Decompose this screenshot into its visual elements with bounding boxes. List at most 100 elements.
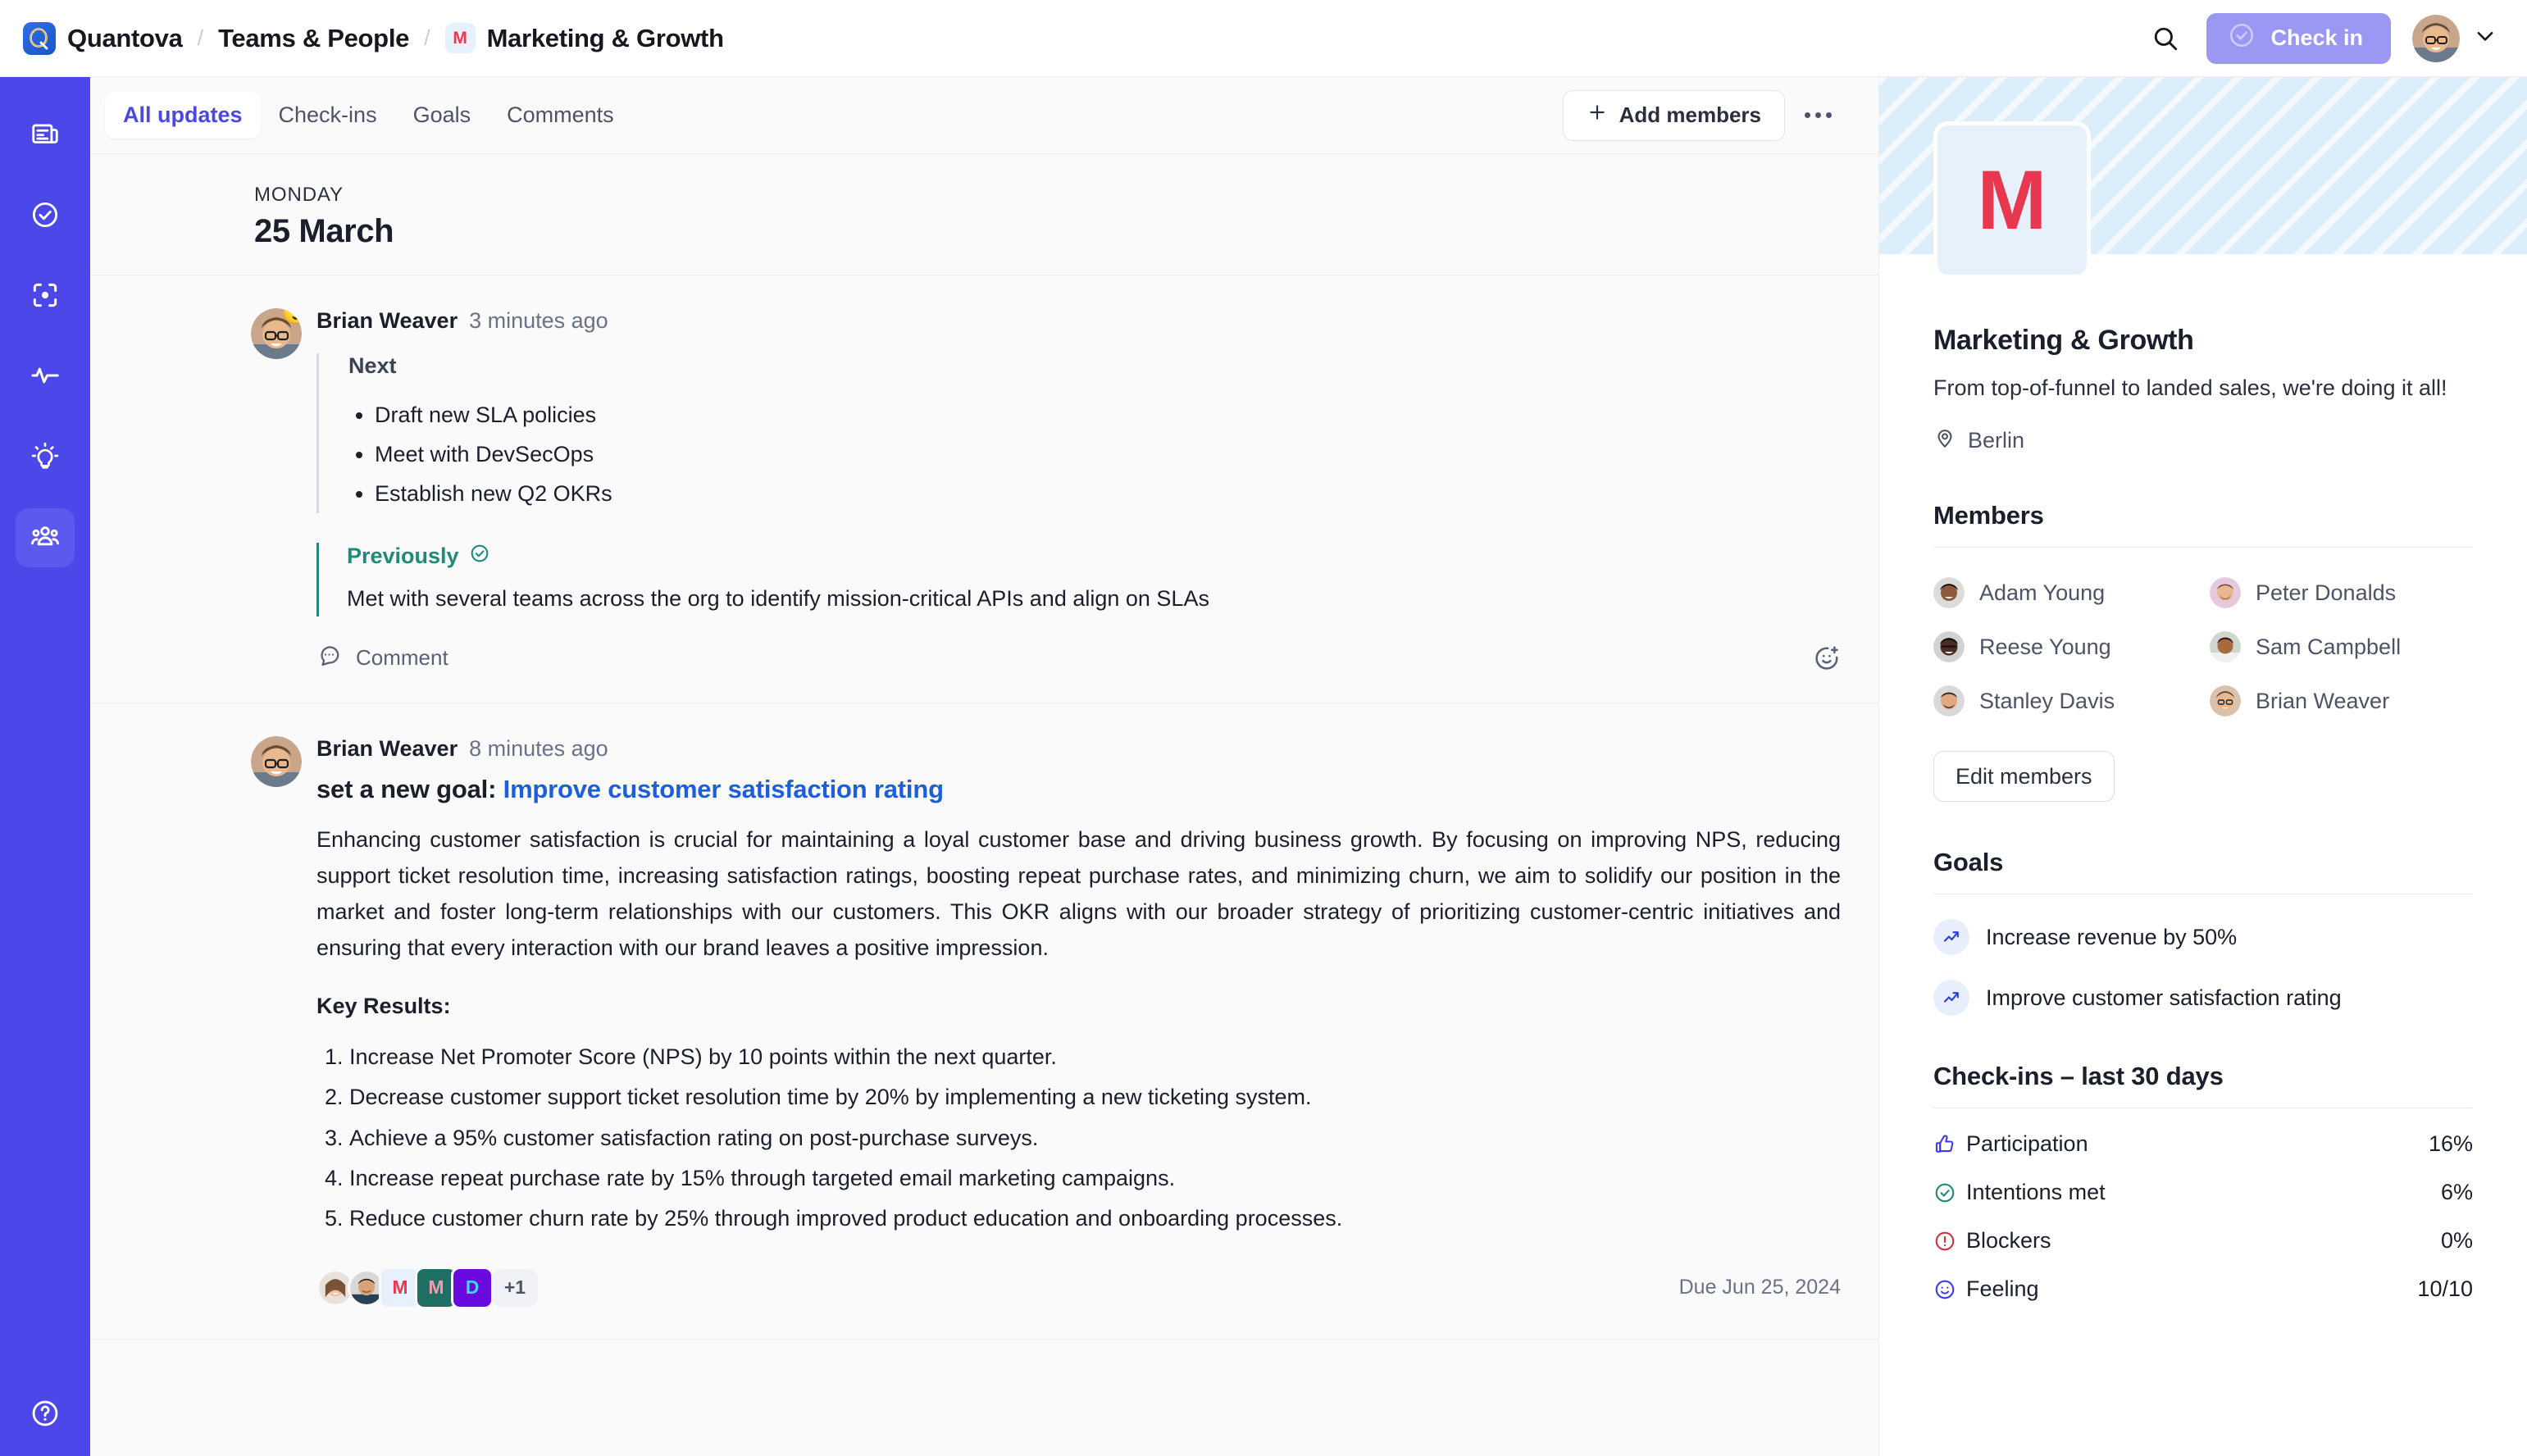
add-members-button[interactable]: Add members — [1562, 89, 1785, 141]
goal-description: Enhancing customer satisfaction is cruci… — [316, 827, 1841, 960]
key-results-list: Increase Net Promoter Score (NPS) by 10 … — [316, 1037, 1841, 1239]
member-item[interactable]: Stanley Davis — [1933, 685, 2197, 717]
list-item: Decrease customer support ticket resolut… — [349, 1077, 1841, 1117]
member-item[interactable]: Sam Campbell — [2210, 631, 2473, 663]
previously-text: Met with several teams across the org to… — [347, 586, 1209, 612]
member-item[interactable]: Adam Young — [1933, 577, 2197, 609]
team-initial-chip: M — [444, 23, 476, 53]
list-item: Reduce customer churn rate by 25% throug… — [349, 1199, 1841, 1239]
search-icon[interactable] — [2146, 19, 2185, 58]
list-item: Increase repeat purchase rate by 15% thr… — [349, 1158, 1841, 1199]
team-banner: M — [1879, 77, 2527, 279]
member-item[interactable]: Peter Donalds — [2210, 577, 2473, 609]
ellipsis-icon[interactable] — [1795, 93, 1841, 139]
comment-label: Comment — [356, 645, 448, 671]
center-column: All updates Check-ins Goals Comments Add… — [90, 77, 1879, 1456]
tabs-bar: All updates Check-ins Goals Comments Add… — [90, 77, 1878, 154]
checkins-title: Check-ins – last 30 days — [1933, 1062, 2224, 1091]
breadcrumb-teams-people[interactable]: Teams & People — [218, 24, 409, 53]
member-name: Peter Donalds — [2256, 580, 2397, 605]
team-location-label: Berlin — [1968, 428, 2025, 453]
tabs-actions: Add members — [1562, 89, 1841, 141]
members-title: Members — [1933, 501, 2044, 530]
members-section: Members Adam Young Peter Donalds Reese Y… — [1933, 501, 2473, 803]
goal-post: Brian Weaver 8 minutes ago set a new goa… — [90, 703, 1878, 1340]
tab-comments[interactable]: Comments — [489, 92, 632, 139]
help-circle-icon — [30, 1400, 61, 1432]
post-meta: Brian Weaver 3 minutes ago — [316, 308, 1841, 334]
team-description: From top-of-funnel to landed sales, we'r… — [1933, 375, 2447, 400]
team-panel-content: Marketing & Growth From top-of-funnel to… — [1879, 254, 2527, 1302]
goal-item[interactable]: Increase revenue by 50% — [1933, 919, 2473, 956]
goal-prefix: set a new goal: — [316, 775, 497, 804]
member-item[interactable]: Brian Weaver — [2210, 685, 2473, 717]
member-initial-chip: D — [451, 1266, 494, 1309]
stat-row: Feeling 10/10 — [1933, 1276, 2473, 1302]
stat-value: 0% — [2440, 1228, 2473, 1254]
post-author: Brian Weaver — [316, 736, 458, 762]
day-date: 25 March — [254, 213, 394, 249]
post-avatar-wrap — [251, 736, 302, 791]
previously-label: Previously — [347, 544, 459, 569]
checkins-section: Check-ins – last 30 days Participation 1… — [1933, 1062, 2473, 1302]
tab-check-ins[interactable]: Check-ins — [261, 92, 395, 139]
check-circle-icon — [2228, 21, 2256, 55]
sidebar-item-activity[interactable] — [16, 348, 75, 407]
member-name: Stanley Davis — [1979, 688, 2115, 713]
avatar — [2210, 577, 2241, 609]
sidebar-item-updates[interactable] — [16, 107, 75, 166]
left-rail — [0, 77, 90, 1456]
trend-up-icon — [1933, 919, 1969, 956]
breadcrumb-separator-1: / — [197, 25, 204, 50]
overflow-count[interactable]: +1 — [492, 1268, 538, 1307]
goal-link[interactable]: Improve customer satisfaction rating — [503, 775, 944, 803]
team-panel: M Marketing & Growth From top-of-funnel … — [1879, 77, 2527, 1456]
goal-headline: set a new goal: Improve customer satisfa… — [316, 775, 1841, 804]
post-body: Brian Weaver 3 minutes ago Next Draft ne… — [246, 308, 1841, 673]
post-actions: Comment — [316, 643, 1841, 673]
top-bar: Quantova / Teams & People / M Marketing … — [0, 0, 2527, 77]
tab-goals[interactable]: Goals — [395, 92, 489, 139]
brand[interactable]: Quantova — [23, 21, 183, 55]
day-header: MONDAY 25 March — [90, 154, 1878, 275]
sidebar-item-teams[interactable] — [16, 508, 75, 567]
newspaper-icon — [30, 119, 61, 154]
focus-target-icon — [30, 280, 61, 315]
member-name: Reese Young — [1979, 634, 2111, 659]
activity-pulse-icon — [30, 360, 61, 395]
stat-label: Blockers — [1966, 1228, 2051, 1254]
quantova-logo-icon — [23, 21, 56, 55]
reaction-emoji: 😌 — [281, 308, 302, 325]
divider — [1933, 547, 2473, 548]
tab-all-updates[interactable]: All updates — [105, 92, 261, 139]
post-timestamp: 8 minutes ago — [469, 736, 608, 762]
post-meta: Brian Weaver 8 minutes ago — [316, 736, 1841, 762]
sidebar-item-checkins[interactable] — [16, 187, 75, 246]
list-item: Increase Net Promoter Score (NPS) by 10 … — [349, 1037, 1841, 1077]
sidebar-item-insights[interactable] — [16, 428, 75, 487]
team-name: Marketing & Growth — [1933, 325, 2194, 356]
comment-button[interactable]: Comment — [316, 643, 448, 673]
add-reaction-icon[interactable] — [1813, 644, 1841, 672]
breadcrumb-team[interactable]: M Marketing & Growth — [444, 23, 724, 53]
goal-item[interactable]: Improve customer satisfaction rating — [1933, 980, 2473, 1017]
check-in-button[interactable]: Check in — [2206, 12, 2391, 64]
updates-feed: MONDAY 25 March Brian Weaver 3 minutes a… — [90, 154, 1878, 1456]
stat-value: 6% — [2440, 1180, 2473, 1205]
previously-title-row: Previously — [347, 543, 1841, 570]
user-menu[interactable] — [2412, 14, 2497, 62]
assignee-stack[interactable]: M M D +1 — [316, 1266, 538, 1309]
member-item[interactable]: Reese Young — [1933, 631, 2197, 663]
avatar — [2210, 685, 2241, 717]
next-block: Next Draft new SLA policies Meet with De… — [316, 353, 1841, 514]
stat-value: 16% — [2428, 1131, 2473, 1157]
team-logo: M — [1933, 121, 2091, 279]
goal-footer: M M D +1 Due Jun 25, 2024 — [316, 1266, 1841, 1309]
edit-members-button[interactable]: Edit members — [1933, 751, 2115, 803]
stat-label: Feeling — [1966, 1276, 2039, 1302]
sidebar-item-focus[interactable] — [16, 267, 75, 326]
breadcrumb-separator-2: / — [424, 25, 430, 50]
lightbulb-icon — [30, 440, 61, 475]
help-button[interactable] — [30, 1398, 61, 1433]
avatar — [251, 736, 302, 788]
